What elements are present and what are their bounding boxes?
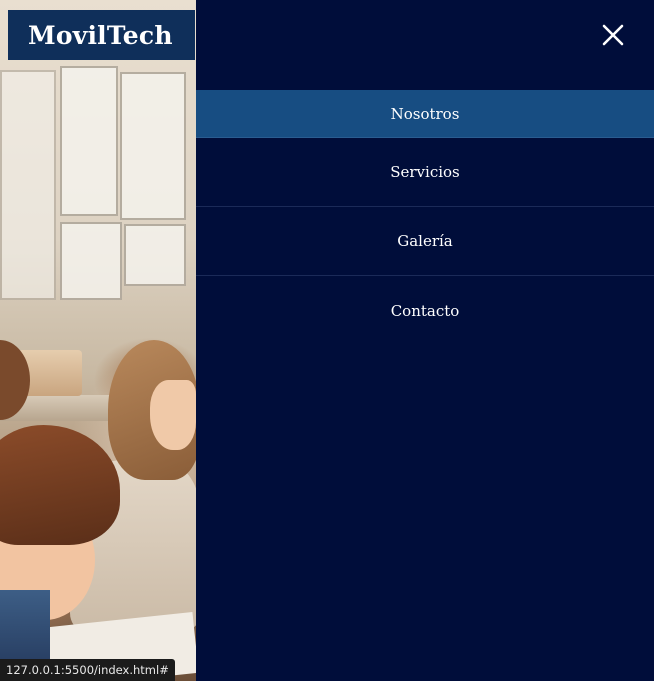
brand-logo[interactable]: MovilTech (8, 10, 195, 60)
nav-item-nosotros[interactable]: Nosotros (196, 90, 654, 138)
child-hair (0, 425, 120, 545)
nav-item-label: Nosotros (390, 104, 460, 123)
nav-item-contacto[interactable]: Contacto (196, 276, 654, 345)
status-bar-url: 127.0.0.1:5500/index.html# (0, 659, 175, 681)
window-pane (60, 222, 122, 300)
nav-item-label: Contacto (390, 301, 460, 320)
close-icon (602, 24, 624, 46)
nav-list: Nosotros Servicios Galería Contacto (196, 90, 654, 345)
window-pane (0, 70, 56, 300)
hero-background-image (0, 0, 196, 681)
nav-item-label: Servicios (390, 163, 460, 181)
window-pane (124, 224, 186, 286)
brand-name: MovilTech (28, 20, 173, 50)
mobile-nav-drawer: Nosotros Servicios Galería Contacto (196, 0, 654, 681)
nav-item-servicios[interactable]: Servicios (196, 138, 654, 207)
nav-item-label: Galería (397, 232, 453, 250)
status-url-text: 127.0.0.1:5500/index.html# (6, 663, 169, 677)
child-face (150, 380, 196, 450)
window-pane (120, 72, 186, 220)
window-pane (60, 66, 118, 216)
close-button[interactable] (598, 20, 628, 50)
nav-item-galeria[interactable]: Galería (196, 207, 654, 276)
